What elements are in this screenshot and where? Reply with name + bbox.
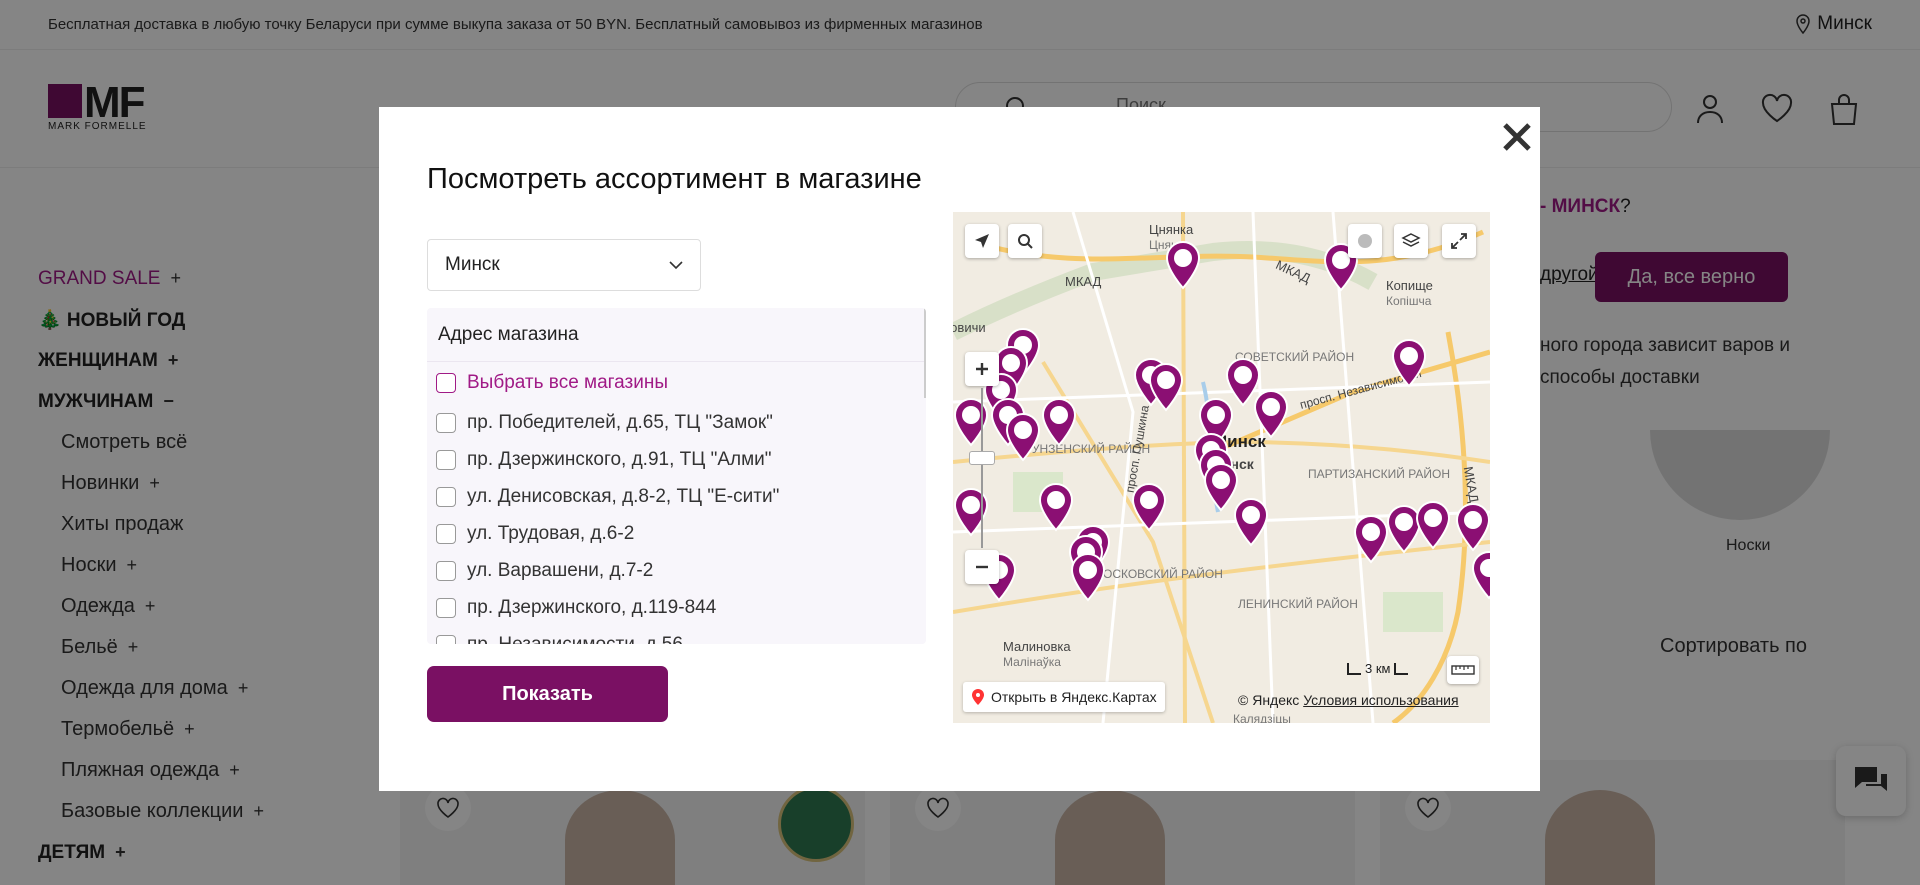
map-scale: 3 км [1347, 661, 1409, 676]
yandex-pin-icon [972, 689, 984, 705]
store-pin-icon[interactable] [1471, 550, 1490, 600]
map-label-drozdy: новичи [953, 320, 986, 335]
store-option[interactable]: пр. Дзержинского, д.119-844 [427, 589, 926, 626]
ruler-icon [1451, 665, 1475, 675]
navigation-arrow-icon [975, 234, 989, 248]
store-address: пр. Дзержинского, д.91, ТЦ "Алми" [467, 448, 772, 470]
plus-icon [976, 363, 988, 375]
store-pin-icon[interactable] [1041, 397, 1077, 447]
store-option[interactable]: ул. Варвашени, д.7-2 [427, 552, 926, 589]
select-all-checkbox[interactable] [436, 373, 456, 393]
store-option[interactable]: ул. Трудовая, д.6-2 [427, 515, 926, 552]
map-label-tsnyanka: Цнянка [1149, 222, 1194, 237]
store-checkbox[interactable] [436, 597, 456, 618]
open-in-yandex-label: Открыть в Яндекс.Картах [991, 689, 1157, 705]
store-address: ул. Варвашени, д.7-2 [467, 559, 654, 581]
store-list[interactable]: Адрес магазина Выбрать все магазины пр. … [427, 308, 926, 644]
store-option[interactable]: пр. Дзержинского, д.91, ТЦ "Алми" [427, 441, 926, 478]
layers-icon [1401, 233, 1421, 247]
store-availability-modal: Посмотреть ассортимент в магазине Минск … [379, 107, 1540, 791]
store-pin-icon[interactable] [1038, 482, 1074, 532]
city-select-value: Минск [445, 254, 500, 275]
store-pin-icon[interactable] [1455, 502, 1490, 552]
zoom-track[interactable] [981, 388, 983, 548]
expand-icon [1451, 233, 1467, 249]
store-address: пр. Независимости, д.56 [467, 633, 683, 645]
select-all-stores[interactable]: Выбрать все магазины [427, 362, 926, 404]
minus-icon [976, 565, 988, 569]
store-pin-icon[interactable] [1415, 500, 1451, 550]
store-list-scrollbar[interactable] [924, 308, 926, 398]
store-pin-icon[interactable] [1391, 338, 1427, 388]
map-label-malinovka: Малиновка [1003, 639, 1071, 654]
scale-bar-left [1347, 662, 1361, 675]
modal-title: Посмотреть ассортимент в магазине [427, 163, 922, 195]
copyright-text: © Яндекс [1238, 692, 1300, 708]
terms-of-use-link[interactable]: Условия использования [1303, 692, 1458, 708]
store-checkbox[interactable] [436, 412, 456, 433]
map-label-malinovka-by: Малінаўка [1003, 655, 1061, 669]
store-address: пр. Победителей, д.65, ТЦ "Замок" [467, 411, 773, 433]
store-checkbox[interactable] [436, 634, 456, 644]
store-checkbox[interactable] [436, 449, 456, 470]
store-pin-icon[interactable] [1165, 240, 1201, 290]
map-search-button[interactable] [1008, 224, 1042, 258]
stores-map[interactable]: МКАД МКАД МКАД Цнянка Цнянка Копище Копі… [953, 212, 1490, 723]
map-label-kalyadichi: Калядзіцы [1233, 712, 1291, 723]
fullscreen-button[interactable] [1442, 224, 1476, 258]
my-location-button[interactable] [965, 224, 999, 258]
map-label-partizansky: ПАРТИЗАНСКИЙ РАЙОН [1308, 467, 1451, 481]
city-select-dropdown[interactable]: Минск [427, 239, 701, 291]
map-label-mkad: МКАД [1065, 274, 1102, 289]
scale-label: 3 км [1365, 661, 1391, 676]
traffic-icon [1358, 234, 1372, 248]
store-checkbox[interactable] [436, 560, 456, 581]
zoom-control [965, 352, 999, 584]
close-icon [1503, 123, 1531, 151]
store-option[interactable]: ул. Денисовская, д.8-2, ТЦ "Е-сити" [427, 478, 926, 515]
store-option[interactable]: пр. Независимости, д.56 [427, 626, 926, 644]
ruler-button[interactable] [1447, 656, 1479, 684]
map-copyright: © Яндекс Условия использования [1238, 692, 1459, 708]
search-icon [1018, 234, 1033, 249]
store-address: пр. Дзержинского, д.119-844 [467, 596, 717, 618]
map-layers-button[interactable] [1394, 224, 1428, 258]
map-label-kopische: Копище [1386, 278, 1433, 293]
store-pin-icon[interactable] [1233, 497, 1269, 547]
close-modal-button[interactable] [1492, 112, 1542, 162]
show-stores-button[interactable]: Показать [427, 666, 668, 722]
zoom-slider-handle[interactable] [969, 451, 995, 465]
open-in-yandex-maps-link[interactable]: Открыть в Яндекс.Картах [963, 682, 1165, 712]
map-label-kopische-by: Копішча [1386, 294, 1432, 308]
select-all-label: Выбрать все магазины [467, 372, 669, 393]
store-list-header: Адрес магазина [427, 308, 926, 362]
store-checkbox[interactable] [436, 523, 456, 544]
chevron-down-icon [669, 261, 683, 270]
store-pin-icon[interactable] [1070, 552, 1106, 602]
store-address: ул. Трудовая, д.6-2 [467, 522, 635, 544]
zoom-out-button[interactable] [965, 550, 999, 584]
store-address: ул. Денисовская, д.8-2, ТЦ "Е-сити" [467, 485, 780, 507]
store-option[interactable]: пр. Победителей, д.65, ТЦ "Замок" [427, 404, 926, 441]
store-pin-icon[interactable] [1131, 482, 1167, 532]
store-checkbox[interactable] [436, 486, 456, 507]
scale-bar-right [1394, 662, 1409, 675]
traffic-button[interactable] [1348, 224, 1382, 258]
store-pin-icon[interactable] [1148, 362, 1184, 412]
store-pin-icon[interactable] [1353, 514, 1389, 564]
store-pin-icon[interactable] [1253, 389, 1289, 439]
map-label-leninsky: ЛЕНИНСКИЙ РАЙОН [1238, 597, 1358, 611]
zoom-in-button[interactable] [965, 352, 999, 386]
store-pin-icon[interactable] [1005, 412, 1041, 462]
